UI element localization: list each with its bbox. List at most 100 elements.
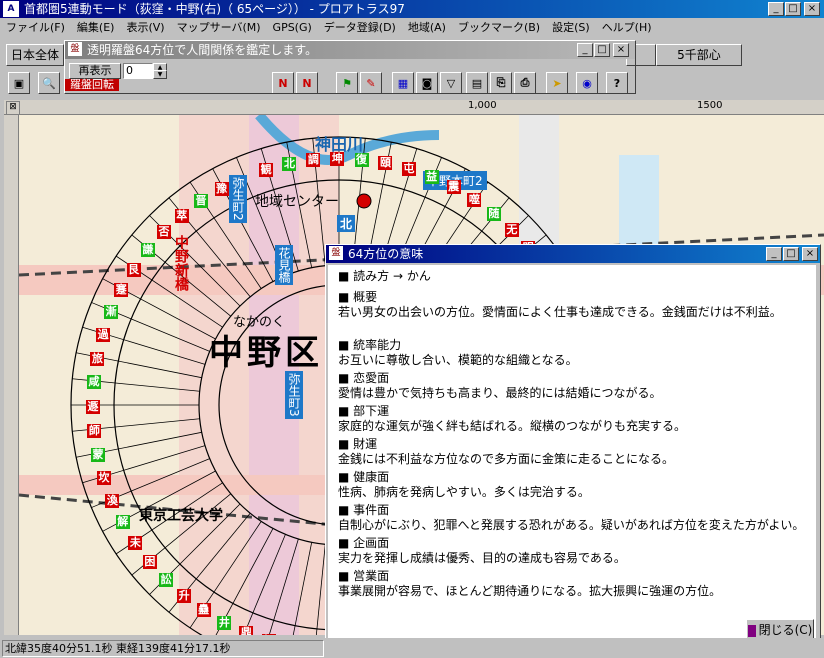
compass-cell[interactable]: 謙 (140, 243, 155, 258)
maximize-button[interactable]: □ (785, 2, 801, 16)
menu-data[interactable]: データ登録(D) (318, 19, 402, 38)
compass-cell[interactable]: 萃 (174, 208, 189, 223)
compass-cell[interactable]: 困 (142, 555, 157, 570)
overlay-app-icon[interactable]: 盤 (68, 42, 82, 56)
ruler-tick-1500: 1500 (697, 100, 723, 111)
section-title: ■ 統率能力 (338, 338, 402, 352)
compass-cell[interactable]: 坎 (97, 470, 112, 485)
section-title: ■ 部下運 (338, 404, 390, 418)
info-section-health: ■ 健康面 性病、肺病を発病しやすい。多くは完治する。 (338, 470, 806, 500)
status-coordinates: 北緯35度40分51.1秒 東経139度41分17.1秒 (2, 640, 324, 657)
section-body: 自制心がにぶり、犯罪へと発展する恐れがある。疑いがあれば方位を変えた方がよい。 (338, 518, 805, 532)
map-window-icon[interactable]: ▣ (8, 72, 30, 94)
close-button[interactable]: × (804, 2, 820, 16)
compass-cell[interactable]: 益 (424, 170, 439, 185)
compass-cell[interactable]: 随 (486, 206, 501, 221)
info-window: 盤 64方位の意味 _ □ × ■ 読み方 → かん ■ 概要 若い男女の出会い… (325, 244, 821, 648)
main-title-bar: A 首都圏5連動モード（荻窪・中野(右)（ 65ページ）） - プロアトラス97… (0, 0, 824, 18)
app-icon[interactable]: A (3, 1, 19, 17)
info-content: ■ 読み方 → かん ■ 概要 若い男女の出会いの方位。愛情面によく仕事も達成で… (328, 265, 816, 645)
compass-cell[interactable]: 訟 (159, 573, 174, 588)
menu-settings[interactable]: 設定(S) (546, 19, 596, 38)
section-title: ■ 概要 (338, 290, 378, 304)
compass-cell[interactable]: 調 (306, 153, 321, 168)
compass-cell[interactable]: 北 (282, 157, 297, 172)
overlay-maximize-button[interactable]: □ (594, 43, 610, 57)
info-close-button[interactable]: × (802, 247, 818, 261)
overlay-minimize-button[interactable]: _ (577, 43, 593, 57)
compass-cell[interactable]: 鼎 (239, 625, 254, 635)
compass-cell[interactable]: 遯 (86, 399, 100, 414)
compass-cell[interactable]: 漸 (104, 305, 119, 320)
section-body: 金銭には不利益な方位なので多方面に金策に走ることになる。 (338, 452, 675, 466)
area-button-japan[interactable]: 日本全体 (6, 44, 64, 66)
search-icon[interactable]: 🔍 (38, 72, 60, 94)
compass-cell[interactable]: 噬 (467, 192, 482, 207)
compass-cell[interactable]: 井 (217, 615, 232, 630)
compass-cell[interactable]: 坤 (330, 152, 345, 166)
section-body: 実力を発揮し成績は優秀、目的の達成も容易である。 (338, 551, 626, 565)
ruler-corner-icon[interactable]: ⊠ (6, 101, 20, 115)
compass-cell[interactable]: 解 (115, 515, 130, 530)
section-title: ■ 恋愛面 (338, 371, 390, 385)
info-section-leadership: ■ 統率能力 お互いに尊敬し合い、模範的な組織となる。 (338, 338, 806, 368)
section-title: ■ 事件面 (338, 503, 390, 517)
menu-bar: ファイル(F) 編集(E) 表示(V) マップサーバ(M) GPS(G) データ… (0, 19, 824, 38)
redisplay-button[interactable]: 再表示 (69, 63, 121, 79)
compass-cell[interactable]: 咸 (87, 375, 102, 390)
close-dialog-label: 閉じる(C) (758, 623, 813, 637)
rotate-button[interactable]: 羅盤回転 (65, 79, 119, 91)
info-section-incident: ■ 事件面 自制心がにぶり、犯罪へと発展する恐れがある。疑いがあれば方位を変えた… (338, 503, 806, 533)
compass-cell[interactable]: 艮 (126, 262, 141, 277)
compass-cell[interactable]: 観 (259, 163, 274, 178)
info-section-overview: ■ 概要 若い男女の出会いの方位。愛情面によく仕事も達成できる。金銭面だけは不利… (338, 290, 806, 320)
spin-down-icon[interactable]: ▼ (153, 70, 167, 79)
menu-bookmark[interactable]: ブックマーク(B) (452, 19, 546, 38)
menu-file[interactable]: ファイル(F) (0, 19, 71, 38)
compass-cell[interactable]: 蒙 (91, 447, 106, 462)
minimize-button[interactable]: _ (768, 2, 784, 16)
compass-cell[interactable]: 屯 (401, 162, 416, 177)
compass-cell[interactable]: 升 (177, 589, 192, 604)
ruler-tick-1000: 1,000 (468, 100, 497, 111)
info-maximize-button[interactable]: □ (783, 247, 799, 261)
compass-cell[interactable]: 蹇 (114, 283, 129, 298)
horizontal-ruler: ⊠ 1,000 1500 (4, 100, 824, 115)
compass-cell[interactable]: 恒 (262, 633, 277, 635)
compass-cell[interactable]: 震 (446, 180, 461, 195)
compass-cell[interactable]: 復 (354, 153, 369, 168)
info-title: 64方位の意味 (348, 247, 424, 261)
compass-cell[interactable]: 師 (87, 423, 102, 438)
compass-cell[interactable]: 蠱 (196, 603, 211, 618)
rotation-spinner[interactable]: 0 (123, 63, 153, 79)
menu-gps[interactable]: GPS(G) (267, 19, 318, 38)
compass-cell[interactable]: 頤 (378, 156, 393, 171)
section-body: 若い男女の出会いの方位。愛情面によく仕事も達成できる。金銭面だけは不利益。 (338, 305, 782, 319)
menu-area[interactable]: 地域(A) (402, 19, 452, 38)
info-section-planning: ■ 企画面 実力を発揮し成績は優秀、目的の達成も容易である。 (338, 536, 806, 566)
compass-cell[interactable]: 旅 (90, 351, 105, 366)
compass-cell[interactable]: 未 (128, 535, 143, 550)
info-app-icon[interactable]: 盤 (329, 246, 343, 260)
compass-cell[interactable]: 豫 (214, 181, 229, 196)
compass-cell[interactable]: 晋 (194, 194, 209, 209)
overlay-close-button[interactable]: × (613, 43, 629, 57)
compass-cell[interactable]: 否 (156, 225, 171, 240)
section-title: ■ 健康面 (338, 470, 390, 484)
section-title: ■ 営業面 (338, 569, 390, 583)
compass-cell[interactable]: 无 (504, 222, 519, 237)
vertical-ruler (4, 115, 19, 635)
menu-help[interactable]: ヘルプ(H) (596, 19, 658, 38)
info-section-money: ■ 財運 金銭には不利益な方位なので多方面に金策に走ることになる。 (338, 437, 806, 467)
info-reading: ■ 読み方 → かん (338, 269, 431, 283)
overlay-title-bar: 盤 透明羅盤64方位で人間関係を鑑定します。 _ □ × (65, 41, 635, 59)
compass-cell[interactable]: 過 (96, 328, 111, 343)
area-button-5senbushin[interactable]: 5千部心 (656, 44, 742, 66)
menu-view[interactable]: 表示(V) (120, 19, 170, 38)
menu-mapserver[interactable]: マップサーバ(M) (171, 19, 267, 38)
info-section-sales: ■ 営業面 事業展開が容易で、ほとんど期待通りになる。拡大振興に強運の方位。 (338, 569, 806, 599)
compass-cell[interactable]: 渙 (105, 493, 120, 508)
info-minimize-button[interactable]: _ (766, 247, 782, 261)
section-title: ■ 財運 (338, 437, 378, 451)
menu-edit[interactable]: 編集(E) (71, 19, 121, 38)
